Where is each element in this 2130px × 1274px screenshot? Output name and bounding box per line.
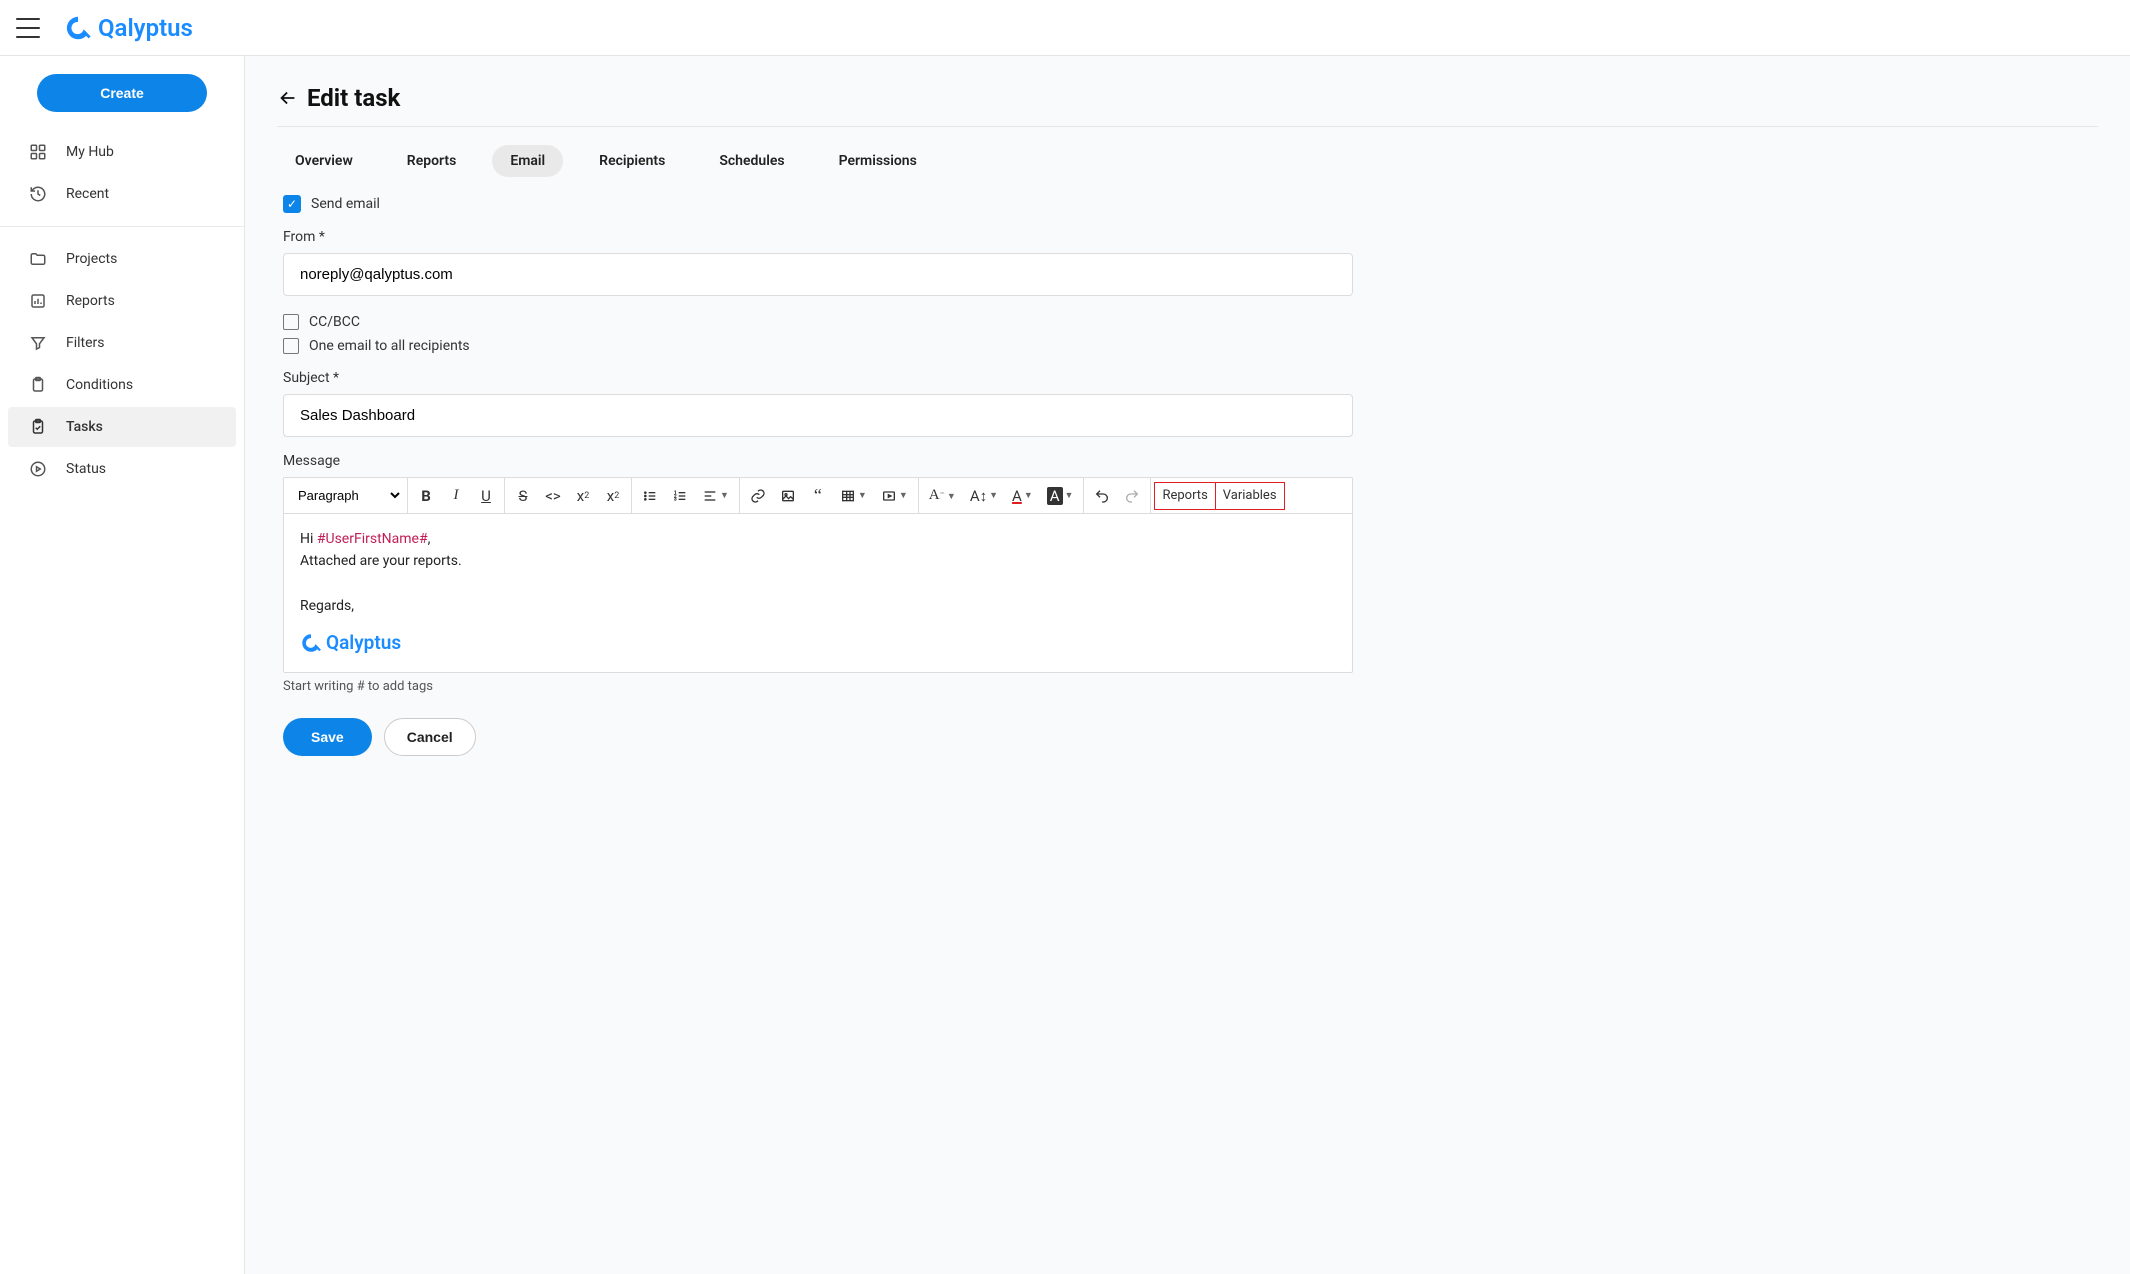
sidebar-item-label: Reports: [66, 293, 115, 309]
quote-icon[interactable]: “: [804, 482, 832, 510]
one-email-label: One email to all recipients: [309, 338, 470, 354]
sidebar-item-filters[interactable]: Filters: [8, 323, 236, 363]
main-content: Edit task Overview Reports Email Recipie…: [245, 56, 2130, 1274]
svg-text:3: 3: [674, 496, 677, 502]
message-signoff: Regards,: [300, 595, 1336, 617]
sidebar-item-tasks[interactable]: Tasks: [8, 407, 236, 447]
tab-recipients[interactable]: Recipients: [581, 145, 683, 177]
superscript-icon[interactable]: x2: [599, 482, 627, 510]
sidebar-item-projects[interactable]: Projects: [8, 239, 236, 279]
one-email-checkbox[interactable]: [283, 338, 299, 354]
sidebar-item-myhub[interactable]: My Hub: [8, 132, 236, 172]
sidebar: Create My Hub Recent Projects: [0, 56, 245, 1274]
history-icon: [28, 184, 48, 204]
subscript-icon[interactable]: x2: [569, 482, 597, 510]
topbar: Qalyptus: [0, 0, 2130, 56]
checklist-icon: [28, 417, 48, 437]
barchart-icon: [28, 291, 48, 311]
sidebar-item-label: Tasks: [66, 419, 103, 435]
bold-icon[interactable]: B: [412, 482, 440, 510]
image-icon[interactable]: [774, 482, 802, 510]
logo-text: Qalyptus: [98, 14, 193, 42]
app-logo[interactable]: Qalyptus: [64, 14, 193, 42]
tabs: Overview Reports Email Recipients Schedu…: [277, 145, 2098, 177]
underline-icon[interactable]: U: [472, 482, 500, 510]
sidebar-item-label: Status: [66, 461, 106, 477]
message-signature-logo: Qalyptus: [300, 628, 1336, 658]
from-label: From *: [283, 229, 2092, 245]
editor-body[interactable]: Hi #UserFirstName#, Attached are your re…: [284, 514, 1352, 672]
insert-reports-button[interactable]: Reports: [1154, 482, 1215, 510]
redo-icon[interactable]: [1118, 482, 1146, 510]
strikethrough-icon[interactable]: S: [509, 482, 537, 510]
italic-icon[interactable]: I: [442, 482, 470, 510]
message-greeting-prefix: Hi: [300, 531, 317, 547]
line-height-icon[interactable]: A↕▼: [964, 482, 1004, 510]
folder-icon: [28, 249, 48, 269]
from-input[interactable]: [283, 253, 1353, 296]
logo-mark-icon: [300, 632, 322, 654]
editor-toolbar: Paragraph B I U S <> x2 x2: [284, 478, 1352, 514]
tab-overview[interactable]: Overview: [277, 145, 371, 177]
save-button[interactable]: Save: [283, 718, 372, 756]
cancel-button[interactable]: Cancel: [384, 718, 476, 756]
align-icon[interactable]: ▼: [696, 482, 735, 510]
sidebar-item-label: Recent: [66, 186, 109, 202]
sidebar-item-label: Projects: [66, 251, 117, 267]
page-title: Edit task: [307, 84, 400, 112]
message-line2: Attached are your reports.: [300, 550, 1336, 572]
tab-permissions[interactable]: Permissions: [821, 145, 935, 177]
page-header: Edit task: [277, 84, 2098, 127]
text-color-icon[interactable]: A▼: [1006, 482, 1039, 510]
sidebar-item-label: Filters: [66, 335, 105, 351]
tab-schedules[interactable]: Schedules: [701, 145, 802, 177]
table-icon[interactable]: ▼: [834, 482, 873, 510]
sidebar-item-reports[interactable]: Reports: [8, 281, 236, 321]
clipboard-icon: [28, 375, 48, 395]
message-greeting-suffix: ,: [428, 531, 431, 547]
subject-input[interactable]: [283, 394, 1353, 437]
send-email-checkbox[interactable]: ✓: [283, 195, 301, 213]
send-email-label: Send email: [311, 196, 380, 212]
font-size-icon[interactable]: A⁻▼: [923, 482, 962, 510]
email-form: ✓ Send email From * CC/BCC One email to …: [277, 195, 2098, 756]
play-circle-icon: [28, 459, 48, 479]
message-label: Message: [283, 453, 2092, 469]
filter-icon: [28, 333, 48, 353]
ordered-list-icon[interactable]: 123: [666, 482, 694, 510]
sidebar-item-status[interactable]: Status: [8, 449, 236, 489]
message-signature-text: Qalyptus: [326, 628, 401, 658]
code-icon[interactable]: <>: [539, 482, 567, 510]
undo-icon[interactable]: [1088, 482, 1116, 510]
video-icon[interactable]: ▼: [875, 482, 914, 510]
subject-label: Subject *: [283, 370, 2092, 386]
insert-variables-button[interactable]: Variables: [1215, 482, 1285, 510]
paragraph-select[interactable]: Paragraph: [288, 478, 403, 513]
editor-hint: Start writing # to add tags: [283, 679, 2092, 694]
ccbcc-label: CC/BCC: [309, 314, 360, 330]
logo-mark-icon: [64, 14, 92, 42]
link-icon[interactable]: [744, 482, 772, 510]
highlight-color-icon[interactable]: A▼: [1041, 482, 1080, 510]
create-button[interactable]: Create: [37, 74, 207, 112]
back-arrow-icon[interactable]: [277, 87, 299, 109]
tab-reports[interactable]: Reports: [389, 145, 475, 177]
unordered-list-icon[interactable]: [636, 482, 664, 510]
sidebar-item-label: Conditions: [66, 377, 133, 393]
sidebar-item-recent[interactable]: Recent: [8, 174, 236, 214]
message-variable: #UserFirstName#: [317, 531, 428, 547]
tab-email[interactable]: Email: [492, 145, 563, 177]
menu-toggle-icon[interactable]: [16, 18, 40, 38]
ccbcc-checkbox[interactable]: [283, 314, 299, 330]
grid-icon: [28, 142, 48, 162]
sidebar-item-conditions[interactable]: Conditions: [8, 365, 236, 405]
sidebar-item-label: My Hub: [66, 144, 114, 160]
rich-text-editor: Paragraph B I U S <> x2 x2: [283, 477, 1353, 673]
